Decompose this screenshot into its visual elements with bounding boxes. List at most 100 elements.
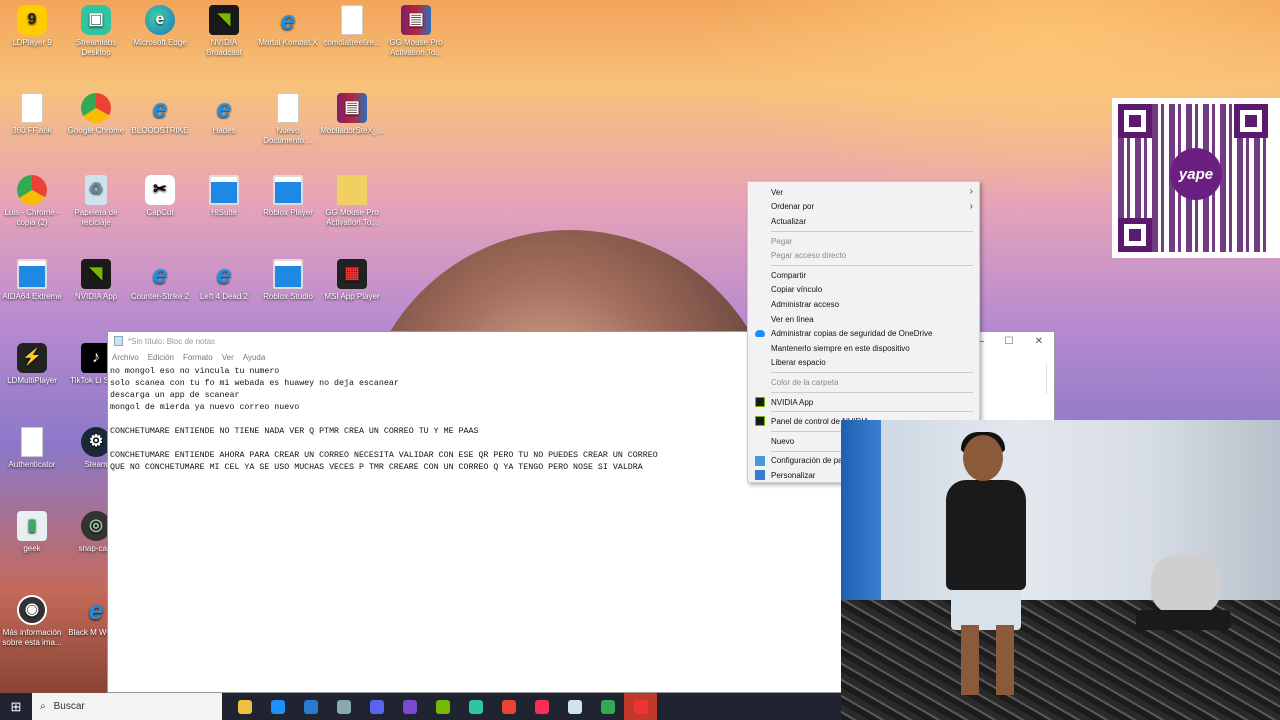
file-icon [277, 93, 299, 123]
context-menu-label: Ordenar por [771, 202, 815, 212]
taskbar-edge-icon[interactable] [261, 693, 294, 720]
desktop-icon[interactable]: e Counter-Strike 2 [128, 259, 192, 302]
taskbar-tiktok-icon[interactable] [525, 693, 558, 720]
context-menu-item[interactable]: Ver en línea [748, 312, 979, 327]
context-menu-label: Liberar espacio [771, 358, 826, 368]
menu-separator [771, 230, 973, 232]
context-menu-item[interactable]: Liberar espacio [748, 356, 979, 371]
context-menu-label: Color de la carpeta [771, 377, 839, 387]
desktop-icon[interactable]: ✂ CapCut [128, 175, 192, 218]
desktop-icon[interactable]: ♻ Papelera de reciclaje [64, 175, 128, 228]
desktop-icon[interactable]: Roblox Studio [256, 259, 320, 302]
context-menu-label: Personalizar [771, 470, 816, 480]
desktop-icon[interactable]: ◉ Más información sobre esta ima... [0, 595, 64, 648]
context-menu-item[interactable]: NVIDIA App [748, 395, 979, 410]
menu-separator [771, 391, 973, 393]
taskbar-search[interactable]: ⌕ Buscar [32, 693, 222, 720]
desktop-icon-label: Mortal Kombat X [258, 38, 318, 47]
desktop-icon[interactable]: Roblox Player [256, 175, 320, 218]
edge-icon [270, 699, 285, 714]
window-icon [209, 175, 239, 205]
taskbar-notepad-icon[interactable] [558, 693, 591, 720]
context-menu-item[interactable]: Administrar acceso [748, 297, 979, 312]
desktop-icon[interactable]: AIDA64 Extreme [0, 259, 64, 302]
desktop-icon[interactable]: ▦ MSI App Player [320, 259, 384, 302]
maximize-button[interactable]: ☐ [994, 332, 1024, 350]
taskbar-streamlabs-icon[interactable] [459, 693, 492, 720]
desktop-icon[interactable]: 9 LDPlayer 9 [0, 5, 64, 48]
context-menu-item: Pegar acceso directo [748, 248, 979, 263]
close-button[interactable]: ✕ [1024, 332, 1054, 350]
desktop-icon[interactable]: ▤ MobiladorSteX_... [320, 93, 384, 136]
taskbar-obs-icon[interactable] [393, 693, 426, 720]
yape-logo: yape [1170, 148, 1222, 200]
taskbar-apps [222, 693, 657, 720]
desktop-icon[interactable]: Nuevo Documento ... [256, 93, 320, 146]
desktop-icon[interactable]: ▮ geek [0, 511, 64, 554]
taskbar-file-explorer-icon[interactable] [228, 693, 261, 720]
context-menu-item[interactable]: Administrar copias de seguridad de OneDr… [748, 326, 979, 341]
anydesk-icon [633, 699, 648, 714]
window-icon [17, 259, 47, 289]
taskbar-outlook-icon[interactable] [294, 693, 327, 720]
desktop-icon[interactable]: e Mortal Kombat X [256, 5, 320, 48]
desktop-icon[interactable]: Google Chrome [64, 93, 128, 136]
menu-edicion[interactable]: Edición [148, 353, 174, 362]
menu-archivo[interactable]: Archivo [112, 353, 139, 362]
taskbar-chrome-icon[interactable] [591, 693, 624, 720]
chevron-right-icon: › [969, 200, 973, 212]
desktop-icon[interactable]: e Hades [192, 93, 256, 136]
desktop-icon[interactable]: ◥ NVIDIA Broadcast [192, 5, 256, 58]
streamlabs-icon [468, 699, 483, 714]
search-placeholder: Buscar [53, 701, 85, 712]
chrome-icon [501, 699, 516, 714]
calculator-icon [336, 699, 351, 714]
recycle-bin-icon: ♻ [85, 175, 107, 205]
desktop-icon[interactable]: e Microsoft Edge [128, 5, 192, 48]
desktop-icon-label: Google Chrome [67, 126, 125, 135]
context-menu-label: Ver [771, 187, 784, 197]
context-menu-item[interactable]: Mantenerlo siempre en este dispositivo [748, 341, 979, 356]
nv-icon [755, 396, 765, 407]
desktop-icon-label: Roblox Player [263, 208, 313, 217]
ie-icon: e [216, 93, 232, 123]
desktop-icon[interactable]: HiSuite [192, 175, 256, 218]
desktop-icon[interactable]: GG Mouse Pro Activation To... [320, 175, 384, 228]
desktop-icon[interactable]: Authenticator [0, 427, 64, 470]
desktop-icon[interactable]: comdiafreefire... [320, 5, 384, 48]
desktop-icon[interactable]: ⚡ LDMultiPlayer [0, 343, 64, 386]
windows-start-icon[interactable]: ⊞ [0, 693, 32, 720]
context-menu-item[interactable]: Copiar vínculo [748, 283, 979, 298]
search-icon: ⌕ [40, 701, 46, 712]
taskbar-nvidia-icon[interactable] [426, 693, 459, 720]
menu-formato[interactable]: Formato [183, 353, 213, 362]
desktop-icon[interactable]: ▤ GG Mouse Pro Activation To... [384, 5, 448, 58]
vertical-scrollbar[interactable] [1046, 364, 1054, 394]
desktop-icon[interactable]: ▣ Streamlabs Desktop [64, 5, 128, 58]
tiktok-icon [534, 699, 549, 714]
taskbar-discord-icon[interactable] [360, 693, 393, 720]
menu-ver[interactable]: Ver [222, 353, 234, 362]
desktop-icon[interactable]: 360 FF.ahk [0, 93, 64, 136]
context-menu-label: Ver en línea [771, 314, 814, 324]
context-menu-item[interactable]: Ver › [748, 185, 979, 200]
taskbar-chrome-icon[interactable] [492, 693, 525, 720]
obs-icon [402, 699, 417, 714]
taskbar-anydesk-icon[interactable] [624, 693, 657, 720]
menu-ayuda[interactable]: Ayuda [243, 353, 266, 362]
notepad-icon [567, 699, 582, 714]
taskbar-calculator-icon[interactable] [327, 693, 360, 720]
desktop-icon[interactable]: e BLOODSTRIKE [128, 93, 192, 136]
menu-separator [771, 264, 973, 266]
context-menu-item[interactable]: Compartir [748, 268, 979, 283]
desktop-icon[interactable]: Luis - Chrome - copia (2) [0, 175, 64, 228]
context-menu-item[interactable]: Ordenar por › [748, 200, 979, 215]
ie-icon: e [216, 259, 232, 289]
desktop-icon[interactable]: ◥ NVIDIA App [64, 259, 128, 302]
folder-icon [337, 175, 367, 205]
desktop-icon-label: HiSuite [211, 208, 237, 217]
desktop-icon[interactable]: e Left 4 Dead 2 [192, 259, 256, 302]
geek-icon: ▮ [17, 511, 47, 541]
webcam-overlay [841, 420, 1280, 720]
context-menu-item[interactable]: Actualizar [748, 214, 979, 229]
